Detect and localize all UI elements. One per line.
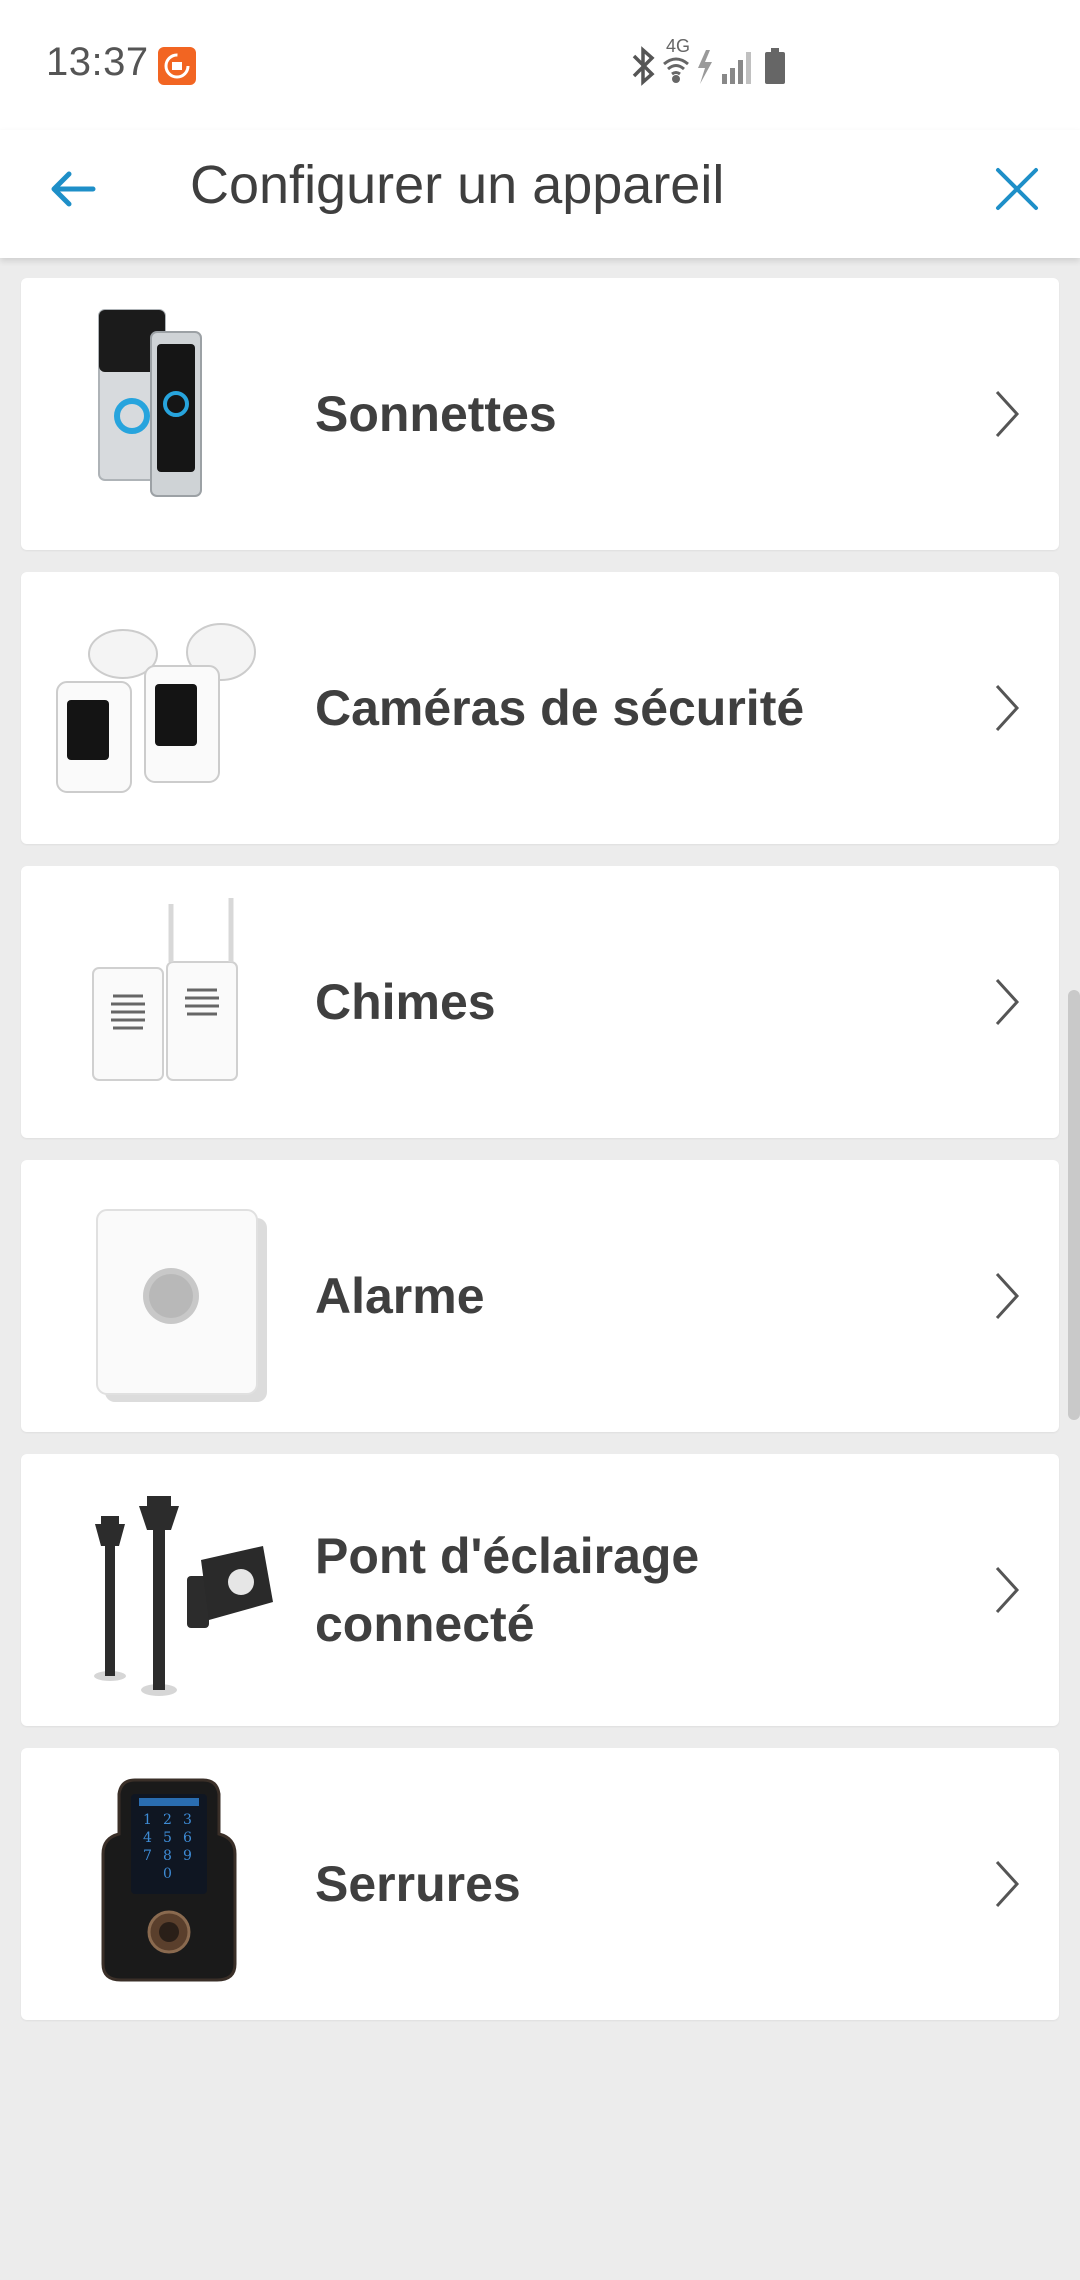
device-item-label: Sonnettes: [315, 386, 557, 442]
svg-text:7: 7: [143, 1848, 152, 1864]
svg-text:0: 0: [163, 1866, 172, 1882]
network-type-label: 4G: [666, 36, 691, 56]
lock-icon: 123 456 789 0: [41, 1774, 281, 1994]
smart-lighting-bridge-icon: [41, 1480, 281, 1700]
svg-text:3: 3: [183, 1812, 192, 1828]
status-time: 13:37: [46, 40, 149, 84]
device-item-security-cameras[interactable]: Caméras de sécurité: [21, 572, 1059, 844]
device-item-locks[interactable]: 123 456 789 0 Serrures: [21, 1748, 1059, 2020]
svg-text:2: 2: [163, 1812, 172, 1828]
battery-icon: [765, 48, 785, 84]
svg-text:8: 8: [163, 1848, 172, 1864]
close-button[interactable]: [980, 152, 1054, 226]
svg-text:5: 5: [163, 1830, 172, 1846]
chevron-right-icon: [995, 1272, 1020, 1320]
app-bar: Configurer un appareil: [0, 130, 1080, 258]
svg-text:4: 4: [143, 1830, 152, 1846]
device-item-chimes[interactable]: Chimes: [21, 866, 1059, 1138]
status-bar: 13:37 4G: [0, 0, 1080, 130]
close-icon: [996, 168, 1038, 210]
doorbell-icon: [41, 304, 281, 524]
app-notification-icon: [158, 47, 196, 85]
svg-text:6: 6: [183, 1830, 192, 1846]
alarm-icon: [41, 1186, 281, 1406]
chime-icon: [41, 892, 281, 1112]
arrow-left-icon: [51, 171, 96, 207]
back-button[interactable]: [36, 152, 110, 226]
status-icons: 4G: [630, 36, 800, 88]
charging-icon: [698, 50, 712, 84]
svg-text:1: 1: [143, 1812, 152, 1828]
chevron-right-icon: [995, 1860, 1020, 1908]
signal-icon: [722, 52, 751, 84]
chevron-right-icon: [995, 1566, 1020, 1614]
chevron-right-icon: [995, 390, 1020, 438]
bluetooth-icon: [632, 46, 655, 86]
chevron-right-icon: [995, 978, 1020, 1026]
device-item-alarm[interactable]: Alarme: [21, 1160, 1059, 1432]
device-item-label: Caméras de sécurité: [315, 680, 805, 736]
device-item-label: Alarme: [315, 1268, 485, 1324]
page-title: Configurer un appareil: [190, 155, 725, 215]
svg-text:9: 9: [183, 1848, 192, 1864]
chevron-right-icon: [995, 684, 1020, 732]
security-camera-icon: [41, 598, 281, 818]
device-item-doorbells[interactable]: Sonnettes: [21, 278, 1059, 550]
device-item-label: Serrures: [315, 1856, 521, 1912]
device-item-label: Chimes: [315, 974, 496, 1030]
device-item-smart-lighting-bridge[interactable]: Pont d'éclairage connecté: [21, 1454, 1059, 1726]
device-category-list: Sonnettes Caméras de sécurité Chimes Ala…: [21, 278, 1059, 2042]
device-item-label: Pont d'éclairage connecté: [315, 1528, 700, 1652]
wifi-icon: [663, 57, 689, 83]
scrollbar[interactable]: [1068, 990, 1080, 1420]
